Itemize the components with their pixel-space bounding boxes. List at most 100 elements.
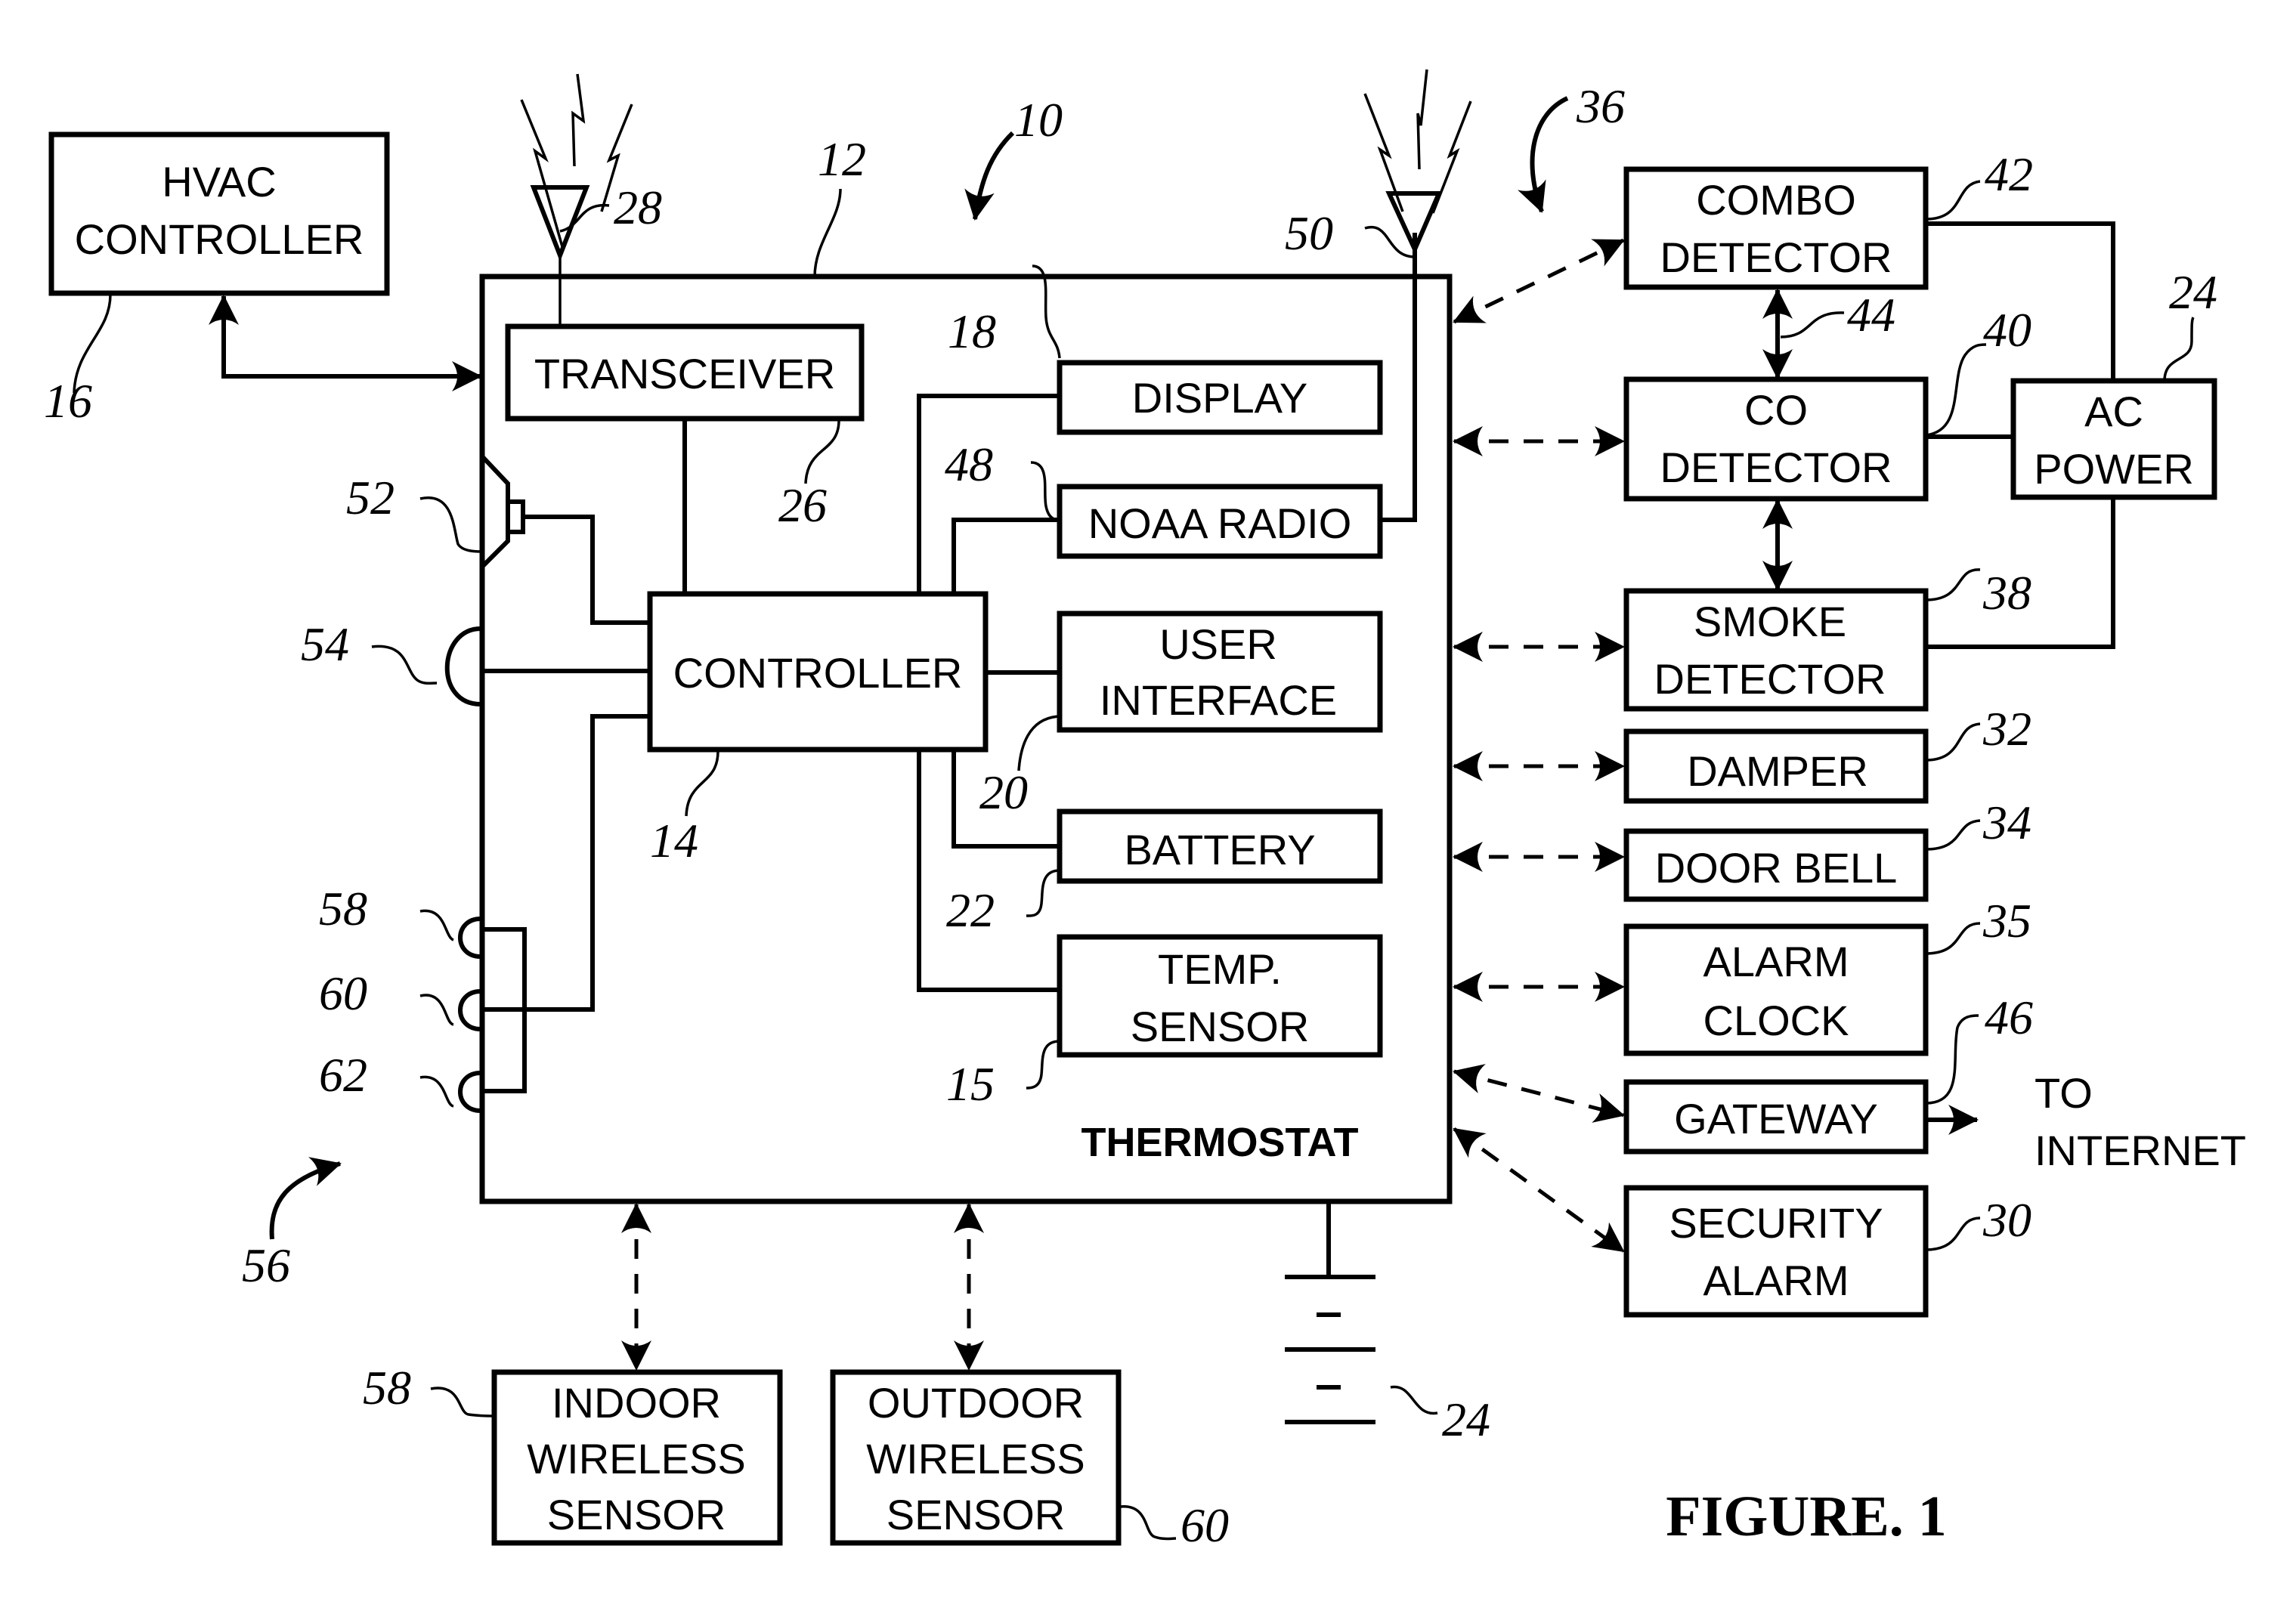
gateway-wireless-link [1453,1064,1625,1123]
combo-detector-label-line2: DETECTOR [1660,233,1892,281]
system-pointer-arrow [964,131,1015,221]
leader-24-ac [2163,317,2195,382]
outdoor-sensor-label-line2: WIRELESS [866,1435,1085,1482]
ref-50: 50 [1285,206,1333,260]
transceiver-block: TRANSCEIVER [505,323,865,422]
combo-detector-block: COMBO DETECTOR [1623,166,1929,290]
smoke-detector-label-line1: SMOKE [1694,598,1846,645]
noaa-antenna-icon [1363,69,1472,255]
ref-54: 54 [301,617,349,671]
hvac-controller-label-line2: CONTROLLER [75,215,364,263]
temp-sensor-block: TEMP. SENSOR [1057,934,1383,1058]
ref-52: 52 [346,471,395,524]
door-bell-block: DOOR BELL [1623,828,1929,902]
ref-30: 30 [1982,1193,2031,1247]
power-ground-icon [1285,1201,1375,1424]
ref-48: 48 [945,437,993,491]
security-alarm-block: SECURITY ALARM [1623,1185,1929,1318]
leader-38 [1925,568,1981,601]
to-internet-label-line1: TO [2035,1069,2093,1117]
ref-34: 34 [1982,796,2031,849]
indoor-wireless-sensor-block: INDOOR WIRELESS SENSOR [491,1369,783,1546]
thermostat-block-diagram: THERMOSTAT 12 10 HVAC CONTROLLER 16 28 T… [44,69,2246,1552]
leader-35 [1925,922,1981,955]
ref-56: 56 [242,1238,290,1292]
ref-35: 35 [1982,894,2031,948]
security-alarm-label-line2: ALARM [1703,1257,1849,1304]
to-internet-label-line2: INTERNET [2035,1127,2246,1174]
ref-18: 18 [948,305,996,358]
leader-60-outdoor [1119,1505,1177,1541]
ref-10: 10 [1014,93,1063,147]
damper-block: DAMPER [1623,728,1929,804]
ref-28: 28 [614,181,662,234]
indoor-sensor-label-line2: WIRELESS [527,1435,745,1482]
ref-16: 16 [44,374,92,428]
ref-22: 22 [946,883,995,937]
gateway-block: GATEWAY [1623,1079,1929,1155]
ref-12: 12 [818,132,866,186]
leader-58-indoor [430,1387,495,1418]
display-label: DISPLAY [1132,374,1307,422]
leader-42 [1925,180,1981,221]
outdoor-sensor-label-line3: SENSOR [887,1491,1066,1538]
alarm-clock-label-line1: ALARM [1703,938,1849,985]
ref-60-outdoor: 60 [1180,1498,1229,1552]
leader-62-connector [419,1075,454,1108]
leader-52 [419,496,483,553]
combo-detector-wireless-link [1453,238,1625,324]
ref-42: 42 [1985,147,2033,201]
ref-40: 40 [1983,303,2031,357]
door-bell-label: DOOR BELL [1655,844,1898,892]
noaa-radio-block: NOAA RADIO [1057,484,1383,559]
leader-34 [1925,819,1981,851]
user-interface-label-line2: INTERFACE [1100,676,1337,724]
security-alarm-label-line1: SECURITY [1669,1199,1883,1247]
display-block: DISPLAY [1057,360,1383,435]
hvac-controller-label-line1: HVAC [162,158,276,206]
ref-26: 26 [778,478,827,532]
battery-block: BATTERY [1057,808,1383,884]
combo-detector-label-line1: COMBO [1696,176,1856,224]
co-detector-label-line1: CO [1744,386,1808,434]
leader-58-connector [419,909,454,941]
connector-54-icon [444,626,481,706]
connector-58-icon [458,917,481,959]
connector-62-icon [458,1071,481,1113]
temp-sensor-label-line1: TEMP. [1158,945,1282,993]
co-detector-label-line2: DETECTOR [1660,444,1892,491]
ref-32: 32 [1982,702,2031,756]
co-detector-block: CO DETECTOR [1623,376,1929,502]
temp-sensor-label-line2: SENSOR [1131,1003,1310,1050]
alarm-clock-label-line2: CLOCK [1703,997,1849,1044]
indoor-sensor-label-line1: INDOOR [552,1379,721,1427]
indoor-sensor-label-line3: SENSOR [547,1491,726,1538]
ref-15: 15 [946,1057,995,1111]
ac-power-block: AC POWER [2010,378,2217,500]
hvac-link-arrow [209,295,482,391]
connector-group-arrow [269,1157,342,1240]
ref-44: 44 [1847,288,1895,342]
figure-title: FIGURE. 1 [1666,1485,1947,1548]
outdoor-sensor-label-line1: OUTDOOR [868,1379,1084,1427]
transceiver-label: TRANSCEIVER [534,350,835,397]
combo-ac-wire [1926,221,2115,381]
leader-46 [1925,1014,1979,1105]
user-interface-label-line1: USER [1159,620,1277,668]
hvac-controller-block: HVAC CONTROLLER [48,131,390,296]
ref-58-connector: 58 [319,882,367,935]
damper-label: DAMPER [1687,747,1868,795]
ref-14: 14 [650,814,698,867]
leader-12 [813,188,842,277]
ref-24-ac: 24 [2169,265,2217,319]
gateway-label: GATEWAY [1674,1095,1878,1142]
noaa-radio-label: NOAA RADIO [1088,499,1352,547]
ref-24-ground: 24 [1442,1393,1490,1446]
thermostat-label: THERMOSTAT [1081,1120,1359,1165]
alarm-clock-block: ALARM CLOCK [1623,923,1929,1056]
ref-58-indoor: 58 [363,1361,411,1414]
external-group-arrow [1518,96,1569,213]
ac-power-label-line2: POWER [2034,445,2194,493]
ref-62-connector: 62 [319,1048,367,1102]
controller-label: CONTROLLER [673,649,963,697]
